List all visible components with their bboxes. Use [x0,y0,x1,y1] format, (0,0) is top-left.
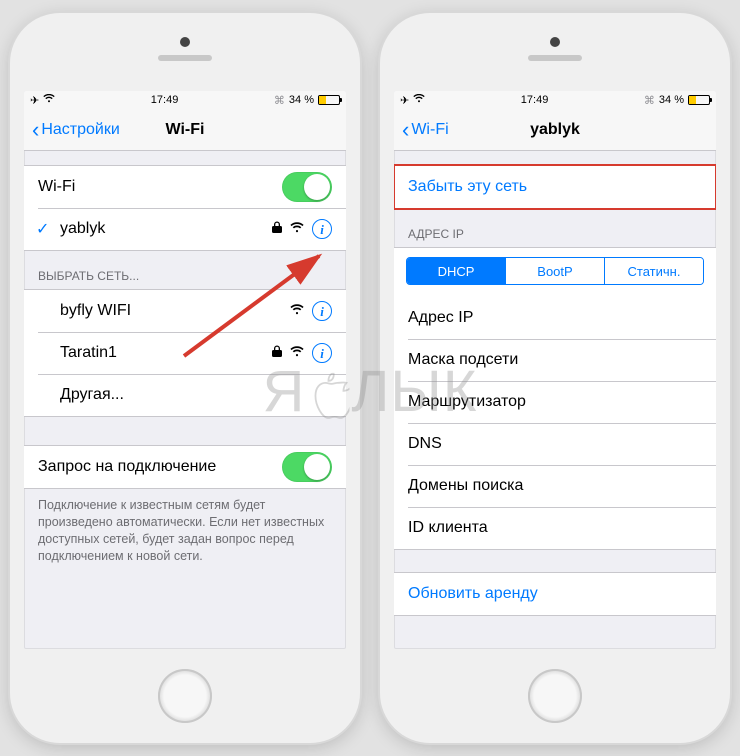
lock-icon [272,220,282,238]
wifi-signal-icon [290,344,304,362]
ask-label: Запрос на подключение [38,458,282,476]
wifi-status-icon [43,94,55,106]
battery-text: 34 % [289,94,314,106]
battery-icon [318,95,340,105]
content: Забыть эту сеть АДРЕС IP DHCP BootP Стат… [394,151,716,649]
wifi-toggle-group: Wi-Fi ✓ yablyk i [24,165,346,251]
info-icon[interactable]: i [312,219,332,239]
wifi-signal-icon [290,302,304,320]
navbar: ‹ Настройки Wi-Fi [24,109,346,151]
back-button[interactable]: ‹ Wi-Fi [398,109,453,150]
chevron-left-icon: ‹ [402,119,409,141]
wifi-signal-icon [290,220,304,238]
row-label: ID клиента [408,519,702,537]
battery-icon [688,95,710,105]
other-network-row[interactable]: Другая... [24,374,346,416]
bluetooth-icon: ⌘ [644,94,655,107]
ip-address-row[interactable]: Адрес IP [394,297,716,339]
seg-dhcp[interactable]: DHCP [407,258,505,284]
home-button[interactable] [528,669,582,723]
row-label: DNS [408,435,702,453]
row-label: Маска подсети [408,351,702,369]
choose-network-header: ВЫБРАТЬ СЕТЬ... [24,251,346,289]
row-label: Маршрутизатор [408,393,702,411]
page-title: Wi-Fi [166,121,205,139]
ip-config-group: DHCP BootP Статичн. Адрес IP Маска подсе… [394,247,716,550]
client-id-row[interactable]: ID клиента [394,507,716,549]
renew-lease-row[interactable]: Обновить аренду [394,573,716,615]
battery-text: 34 % [659,94,684,106]
network-list: byfly WIFI i Taratin1 i Другая... [24,289,346,417]
checkmark-icon: ✓ [36,219,49,239]
speaker [528,55,582,61]
dns-row[interactable]: DNS [394,423,716,465]
seg-bootp[interactable]: BootP [505,258,604,284]
status-time: 17:49 [151,94,179,106]
back-button[interactable]: ‹ Настройки [28,109,124,150]
wifi-toggle-row[interactable]: Wi-Fi [24,166,346,208]
network-row-taratin[interactable]: Taratin1 i [24,332,346,374]
ip-address-header: АДРЕС IP [394,209,716,247]
ask-to-join-row[interactable]: Запрос на подключение [24,446,346,488]
home-button[interactable] [158,669,212,723]
connected-network-name: yablyk [38,220,272,238]
router-row[interactable]: Маршрутизатор [394,381,716,423]
info-icon[interactable]: i [312,343,332,363]
wifi-status-icon [413,94,425,106]
iphone-right: ✈ 17:49 ⌘ 34 % ‹ Wi-Fi yablyk [380,13,730,743]
forget-label: Забыть эту сеть [408,178,702,196]
search-domains-row[interactable]: Домены поиска [394,465,716,507]
iphone-left: ✈ 17:49 ⌘ 34 % ‹ Настройки Wi-Fi [10,13,360,743]
ask-footer: Подключение к известным сетям будет прои… [24,489,346,579]
airplane-icon: ✈ [400,94,409,107]
screen-left: ✈ 17:49 ⌘ 34 % ‹ Настройки Wi-Fi [24,91,346,649]
network-name: byfly WIFI [38,302,290,320]
screen-right: ✈ 17:49 ⌘ 34 % ‹ Wi-Fi yablyk [394,91,716,649]
back-label: Настройки [41,121,119,139]
content: Wi-Fi ✓ yablyk i ВЫБРАТЬ СЕТЬ... byfly W… [24,151,346,649]
page-title: yablyk [530,121,580,139]
bluetooth-icon: ⌘ [274,94,285,107]
forget-network-group: Забыть эту сеть [394,165,716,209]
back-label: Wi-Fi [411,121,448,139]
chevron-left-icon: ‹ [32,119,39,141]
network-name: Taratin1 [38,344,272,362]
renew-lease-group: Обновить аренду [394,572,716,616]
status-bar: ✈ 17:49 ⌘ 34 % [24,91,346,109]
forget-network-row[interactable]: Забыть эту сеть [394,166,716,208]
wifi-toggle[interactable] [282,172,332,202]
lock-icon [272,344,282,362]
wifi-toggle-label: Wi-Fi [38,178,282,196]
seg-static[interactable]: Статичн. [604,258,703,284]
ask-to-join-group: Запрос на подключение [24,445,346,489]
speaker [158,55,212,61]
row-label: Адрес IP [408,309,702,327]
row-label: Домены поиска [408,477,702,495]
network-row-byfly[interactable]: byfly WIFI i [24,290,346,332]
navbar: ‹ Wi-Fi yablyk [394,109,716,151]
subnet-mask-row[interactable]: Маска подсети [394,339,716,381]
ip-mode-segmented[interactable]: DHCP BootP Статичн. [406,257,704,285]
other-label: Другая... [38,386,332,404]
status-bar: ✈ 17:49 ⌘ 34 % [394,91,716,109]
status-time: 17:49 [521,94,549,106]
connected-network-row[interactable]: ✓ yablyk i [24,208,346,250]
airplane-icon: ✈ [30,94,39,107]
renew-label: Обновить аренду [408,585,702,603]
info-icon[interactable]: i [312,301,332,321]
ask-toggle[interactable] [282,452,332,482]
